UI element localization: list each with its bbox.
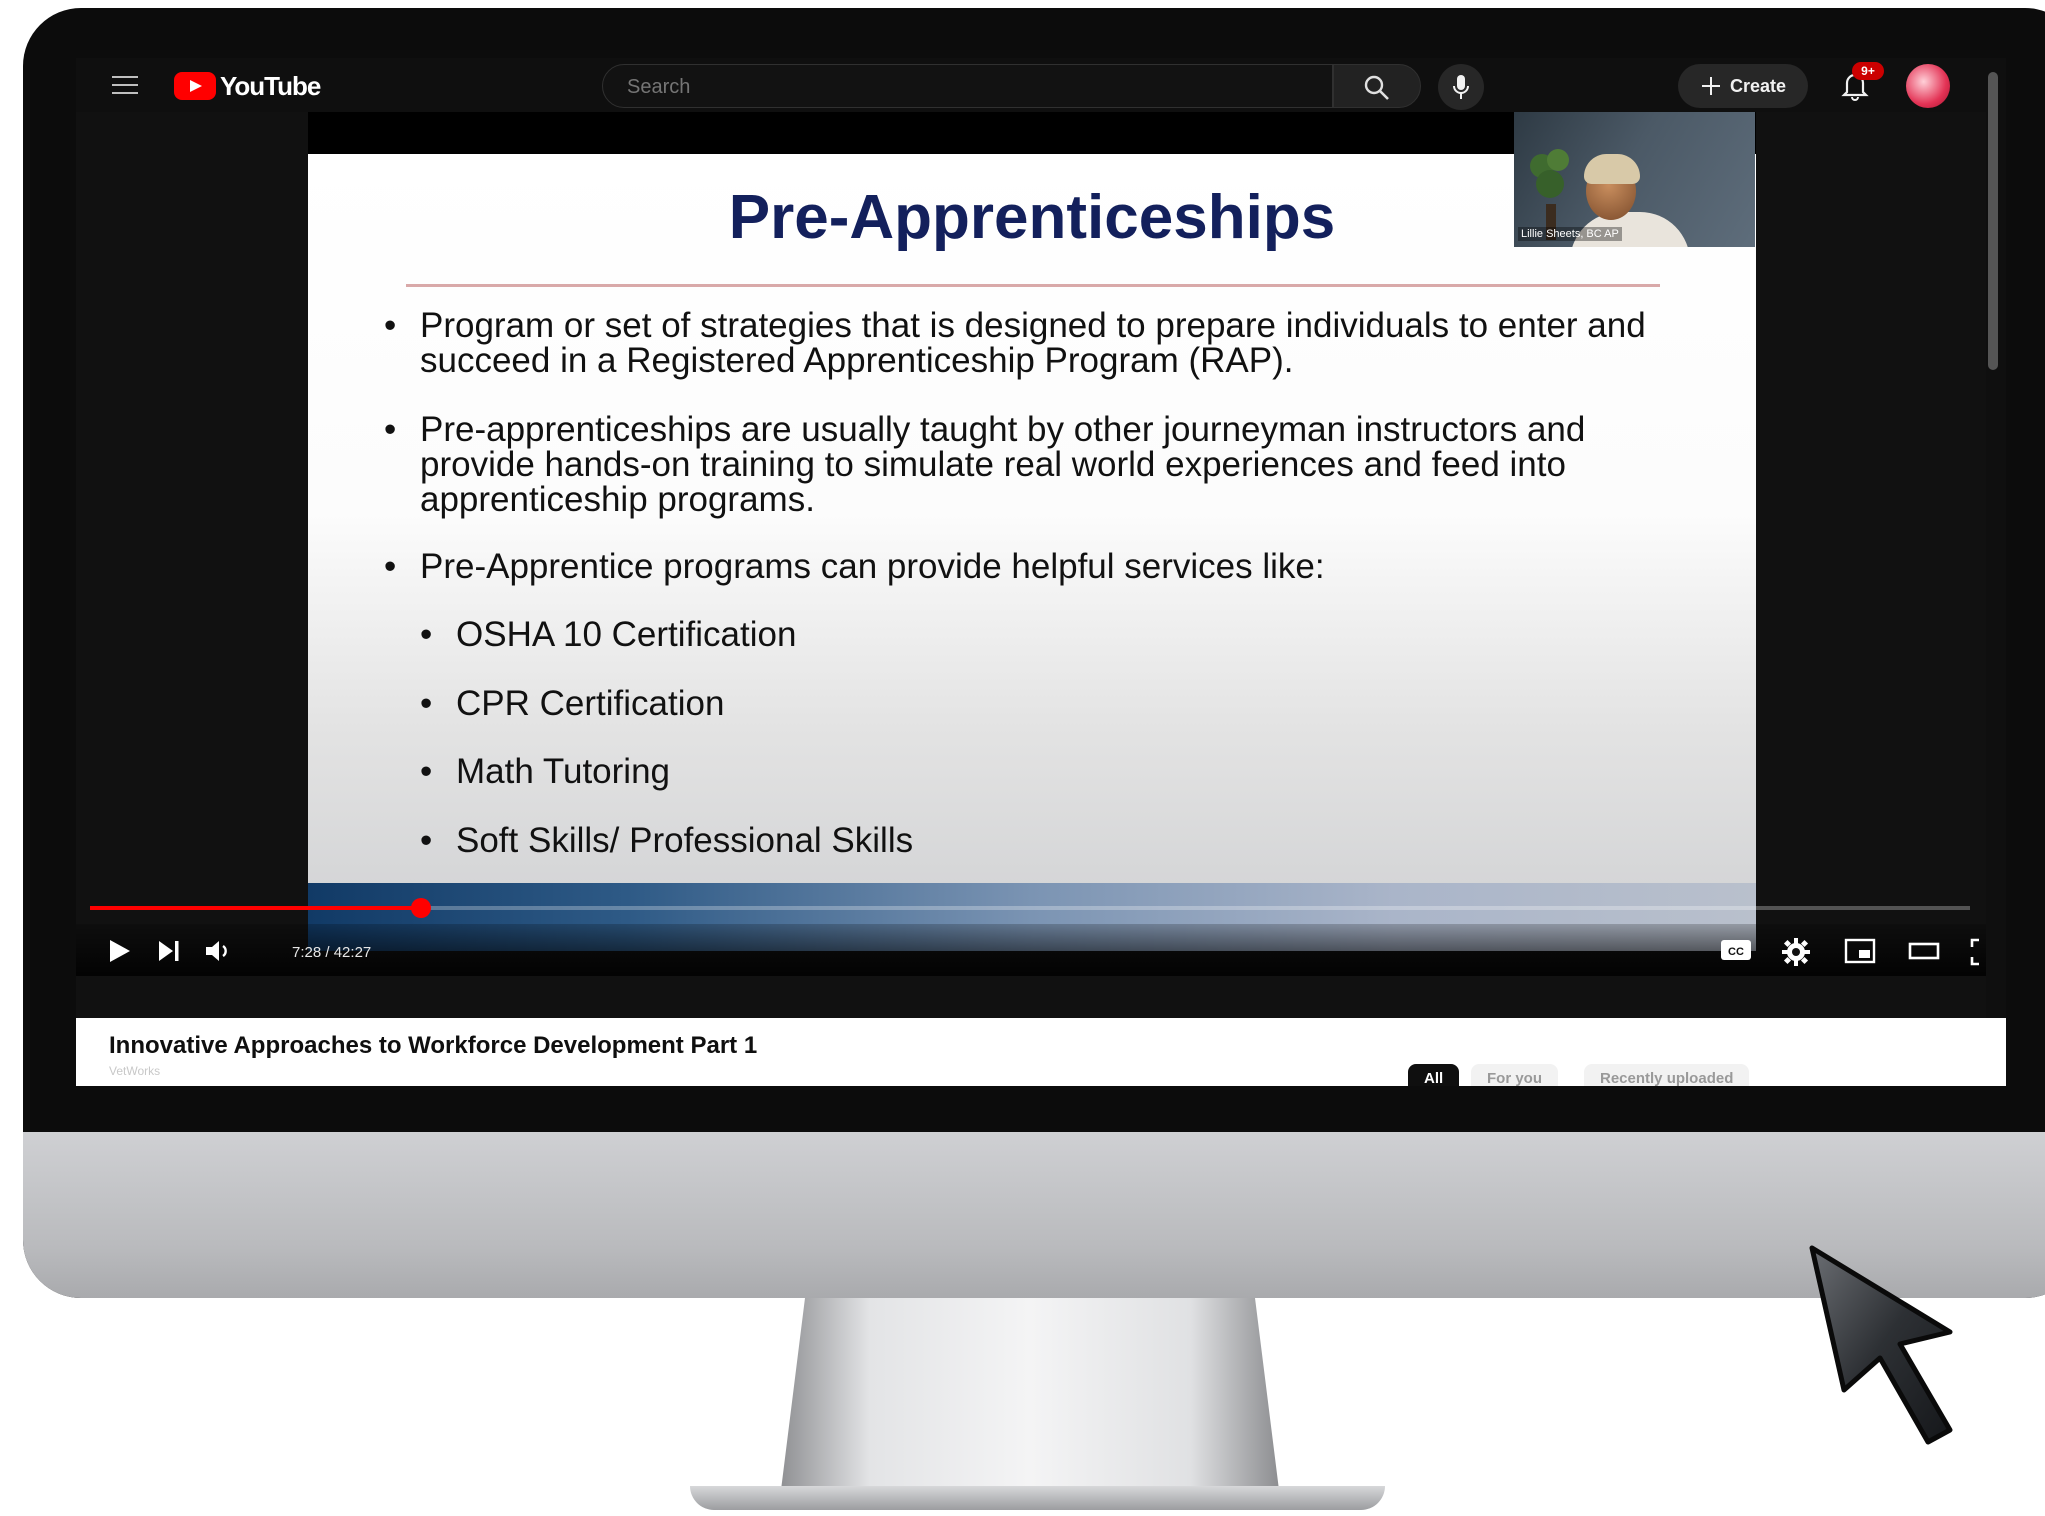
play-icon[interactable] xyxy=(106,938,132,964)
slide-sub-bullet: • Soft Skills/ Professional Skills xyxy=(420,821,914,860)
search-box[interactable] xyxy=(602,64,1333,108)
fullscreen-icon[interactable] xyxy=(1970,938,1986,966)
presenter-webcam: Lillie Sheets, BC AP xyxy=(1514,112,1755,247)
volume-icon[interactable] xyxy=(204,938,234,964)
settings-icon[interactable] xyxy=(1782,938,1810,966)
create-button[interactable]: Create xyxy=(1678,64,1808,108)
mouse-cursor-icon xyxy=(1809,1245,1953,1445)
theater-icon[interactable] xyxy=(1908,938,1940,964)
chip-recently-uploaded[interactable]: Recently uploaded xyxy=(1584,1064,1750,1086)
captions-icon[interactable]: CC xyxy=(1720,938,1752,962)
video-info: Innovative Approaches to Workforce Devel… xyxy=(76,1018,2006,1086)
notification-badge: 9+ xyxy=(1852,62,1884,80)
voice-search-button[interactable] xyxy=(1438,64,1484,110)
progress-scrubber[interactable] xyxy=(410,898,431,918)
presenter-name: Lillie Sheets, BC AP xyxy=(1518,227,1622,241)
menu-icon[interactable] xyxy=(112,76,138,94)
time-display: 7:28 / 42:27 xyxy=(292,944,372,961)
slide-sub-bullet: • OSHA 10 Certification xyxy=(420,615,797,654)
plant-image xyxy=(1530,149,1569,240)
page-scrollbar[interactable] xyxy=(1988,72,1998,370)
youtube-logo-icon xyxy=(174,72,216,100)
search-button[interactable] xyxy=(1333,64,1421,108)
monitor-chin xyxy=(23,1132,2045,1298)
slide-bullet: • Pre-apprenticeships are usually taught … xyxy=(384,410,1586,519)
svg-text:CC: CC xyxy=(1728,946,1744,958)
slide-bullet: • Program or set of strategies that is de… xyxy=(384,306,1646,380)
search-icon xyxy=(1364,75,1389,100)
video-player[interactable]: Pre-Apprenticeships • Program or set of s… xyxy=(76,112,1986,1018)
presentation-slide: Pre-Apprenticeships • Program or set of s… xyxy=(308,154,1756,951)
progress-played xyxy=(90,906,421,910)
slide-sub-bullet: • Math Tutoring xyxy=(420,752,670,791)
progress-bar[interactable] xyxy=(90,898,1970,918)
miniplayer-icon[interactable] xyxy=(1844,938,1876,964)
screen: YouTube Create 9+ Pre-Apprenticeships •P… xyxy=(76,58,2006,1086)
slide-bullet: • Pre-Apprentice programs can provide hel… xyxy=(384,547,1325,586)
slide-divider xyxy=(406,284,1660,287)
monitor-stand-base xyxy=(690,1486,1385,1510)
search-input[interactable] xyxy=(625,75,1229,100)
channel-name[interactable]: VetWorks xyxy=(109,1064,160,1078)
youtube-logo-text: YouTube xyxy=(220,70,321,101)
create-label: Create xyxy=(1729,75,1787,96)
plus-icon xyxy=(1701,77,1720,95)
slide-sub-bullet: • CPR Certification xyxy=(420,684,725,723)
youtube-masthead: YouTube Create 9+ xyxy=(76,58,2006,112)
avatar[interactable] xyxy=(1906,64,1950,108)
player-controls: 7:28 / 42:27 CC xyxy=(76,924,1986,976)
youtube-logo[interactable]: YouTube xyxy=(174,70,321,101)
monitor-stand xyxy=(780,1298,1280,1498)
chip-all[interactable]: All xyxy=(1408,1064,1460,1086)
next-icon[interactable] xyxy=(156,938,182,964)
video-title: Innovative Approaches to Workforce Devel… xyxy=(109,1032,758,1059)
chip-for-you[interactable]: For you xyxy=(1471,1064,1558,1086)
mic-icon xyxy=(1453,75,1469,99)
